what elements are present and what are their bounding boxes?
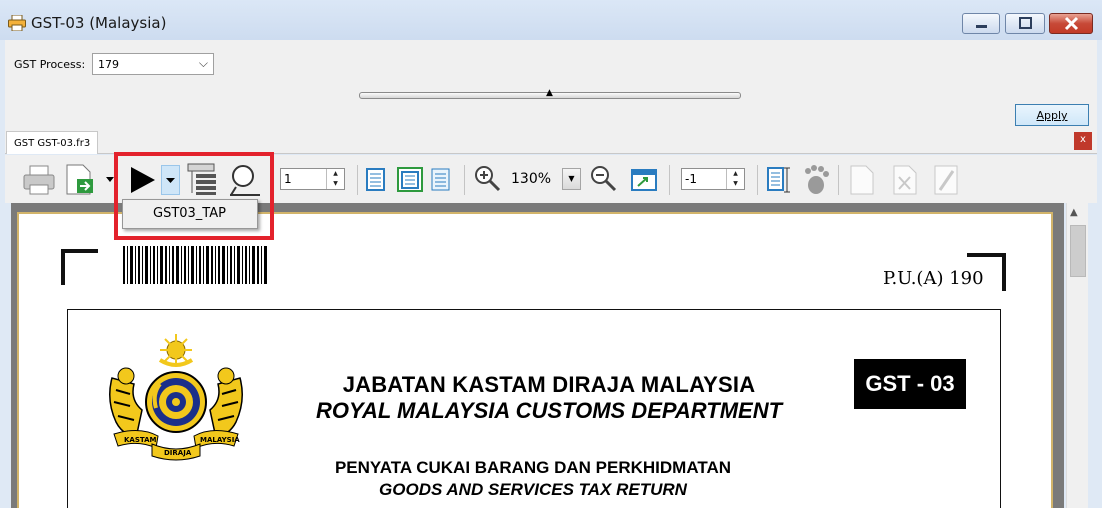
- scroll-up-icon[interactable]: ▲: [1070, 207, 1078, 218]
- svg-text:KASTAM: KASTAM: [124, 436, 157, 444]
- gst-process-select[interactable]: 179 ⌵: [92, 53, 214, 75]
- page-width-icon[interactable]: [397, 167, 423, 193]
- page-number-input[interactable]: 1 ▲ ▼: [280, 168, 345, 190]
- maximize-icon: [1019, 17, 1032, 29]
- regulation-reference: P.U.(A) 190: [883, 268, 984, 289]
- goto-page-value: -1: [685, 172, 697, 186]
- delete-page-icon: [893, 165, 917, 195]
- maximize-button[interactable]: [1005, 13, 1045, 34]
- gst-process-value: 179: [98, 58, 119, 71]
- zoom-dropdown[interactable]: ▼: [562, 168, 581, 190]
- toolbar-separator: [669, 165, 670, 195]
- toolbar-separator: [757, 165, 758, 195]
- chevron-down-icon: ⌵: [198, 56, 208, 70]
- page-spinner[interactable]: ▲ ▼: [326, 169, 344, 189]
- barcode-image: [123, 246, 267, 284]
- registration-mark: [61, 249, 98, 285]
- minimize-button[interactable]: [962, 13, 1000, 34]
- window-title: GST-03 (Malaysia): [31, 14, 167, 32]
- gst-process-label: GST Process:: [14, 58, 86, 71]
- page-setup-icon[interactable]: [765, 166, 791, 194]
- zoom-in-icon[interactable]: [473, 164, 501, 192]
- close-icon: [1064, 16, 1079, 31]
- title-bar: GST-03 (Malaysia): [0, 0, 1102, 40]
- close-tab-button[interactable]: x: [1074, 132, 1092, 150]
- annotation-highlight: [114, 152, 274, 240]
- printer-icon: [8, 15, 26, 31]
- full-screen-icon[interactable]: [631, 169, 657, 191]
- scroll-thumb[interactable]: [1070, 225, 1086, 277]
- export-icon[interactable]: [64, 163, 98, 197]
- form-code-badge: GST - 03: [854, 359, 966, 409]
- form-title-malay: PENYATA CUKAI BARANG DAN PERKHIDMATAN: [334, 458, 732, 477]
- form-title-english: GOODS AND SERVICES TAX RETURN: [379, 480, 687, 499]
- tab-strip: GST GST-03.fr3 x: [5, 130, 1097, 154]
- parameter-panel: GST Process: 179 ⌵ ▲ Apply: [5, 40, 1097, 130]
- zoom-out-icon[interactable]: [589, 164, 617, 192]
- minimize-icon: [976, 25, 987, 28]
- svg-text:MALAYSIA: MALAYSIA: [200, 436, 240, 444]
- goto-spinner[interactable]: ▲ ▼: [726, 169, 744, 189]
- apply-button[interactable]: Apply: [1015, 104, 1089, 126]
- edit-page-icon: [934, 165, 958, 195]
- close-window-button[interactable]: [1049, 13, 1093, 34]
- zoom-level: 130%: [511, 171, 552, 187]
- whole-page-icon[interactable]: [431, 168, 451, 192]
- panel-splitter[interactable]: ▲: [359, 88, 741, 99]
- svg-text:DIRAJA: DIRAJA: [164, 449, 192, 457]
- caret-up-icon: ▲: [546, 88, 553, 98]
- print-icon[interactable]: [22, 164, 56, 196]
- page-number-value: 1: [284, 172, 292, 186]
- toolbar-separator: [464, 165, 465, 195]
- toolbar-separator: [838, 165, 839, 195]
- footprint-icon[interactable]: [802, 165, 830, 195]
- tab-report[interactable]: GST GST-03.fr3: [6, 131, 99, 154]
- toolbar-separator: [357, 165, 358, 195]
- single-page-icon[interactable]: [366, 168, 386, 192]
- new-page-icon: [850, 165, 874, 195]
- goto-page-input[interactable]: -1 ▲ ▼: [681, 168, 745, 190]
- vertical-scrollbar[interactable]: ▲: [1066, 203, 1088, 508]
